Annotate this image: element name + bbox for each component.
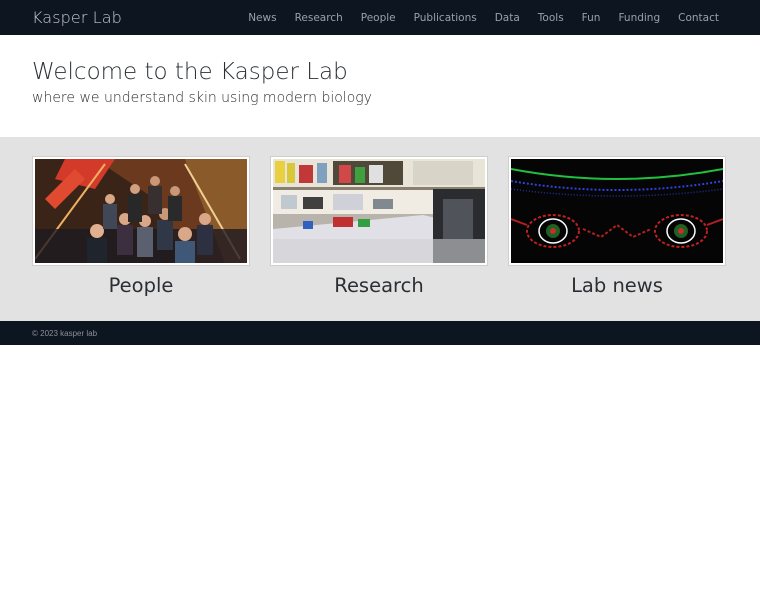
- people-photo: [32, 156, 250, 266]
- research-photo: [270, 156, 488, 266]
- navbar: Kasper Lab News Research People Publicat…: [0, 0, 760, 35]
- nav-contact[interactable]: Contact: [678, 12, 719, 24]
- people-photo-image: [35, 159, 247, 263]
- card-lab-news[interactable]: Lab news: [508, 156, 726, 321]
- nav-people[interactable]: People: [361, 12, 396, 24]
- brand-link[interactable]: Kasper Lab: [32, 8, 122, 27]
- page-subtitle: where we understand skin using modern bi…: [32, 90, 372, 106]
- nav-funding[interactable]: Funding: [618, 12, 660, 24]
- copyright-text: © 2023 kasper lab: [32, 328, 98, 338]
- research-photo-image: [273, 159, 485, 263]
- card-row: People Research Lab news: [0, 137, 760, 321]
- card-lab-news-label: Lab news: [571, 274, 663, 297]
- page-title: Welcome to the Kasper Lab: [32, 59, 348, 85]
- lab-news-image: [508, 156, 726, 266]
- nav-research[interactable]: Research: [295, 12, 343, 24]
- lab-news-microscopy-image: [511, 159, 723, 263]
- nav-news[interactable]: News: [248, 12, 276, 24]
- footer: © 2023 kasper lab: [0, 321, 760, 345]
- card-people-label: People: [108, 274, 174, 297]
- card-research-label: Research: [334, 274, 424, 297]
- hero: Welcome to the Kasper Lab where we under…: [0, 35, 760, 137]
- card-research[interactable]: Research: [270, 156, 488, 321]
- nav-tools[interactable]: Tools: [538, 12, 564, 24]
- nav-publications[interactable]: Publications: [414, 12, 477, 24]
- nav-data[interactable]: Data: [495, 12, 520, 24]
- nav-fun[interactable]: Fun: [582, 12, 601, 24]
- main-nav: News Research People Publications Data T…: [248, 12, 719, 24]
- card-people[interactable]: People: [32, 156, 250, 321]
